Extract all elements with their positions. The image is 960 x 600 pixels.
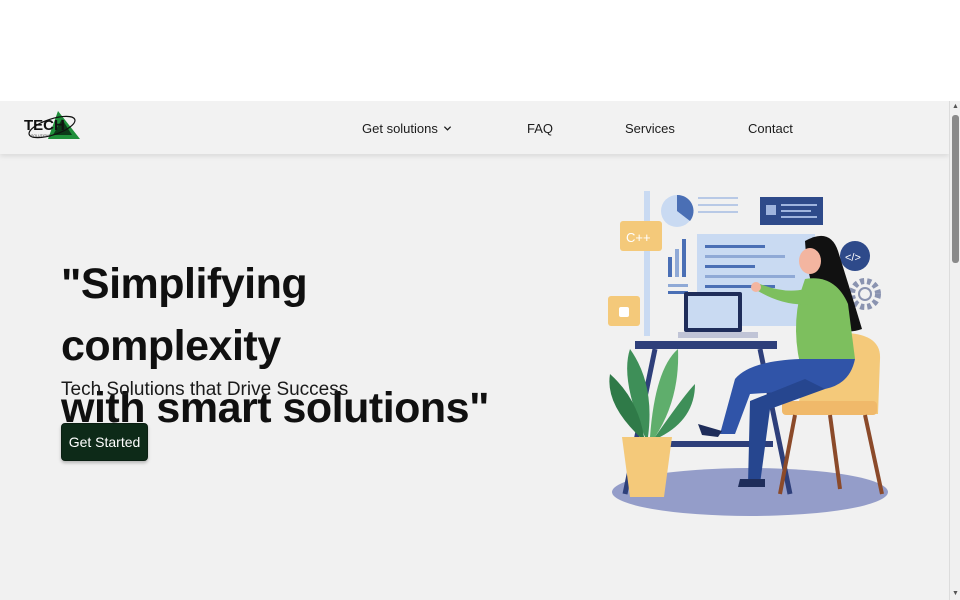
get-started-button[interactable]: Get Started [61,423,148,461]
hero-subheadline: Tech Solutions that Drive Success [61,379,349,400]
scroll-up-arrow-icon[interactable]: ▲ [950,101,960,113]
nav-services[interactable]: Services [625,121,675,136]
logo-icon: TECH SOLUTIONS [24,111,80,139]
navbar: TECH SOLUTIONS Get solutions FAQ Service… [0,101,949,154]
chevron-down-icon [443,126,451,131]
nav-contact[interactable]: Contact [748,121,793,136]
scroll-thumb[interactable] [952,115,959,263]
nav-get-solutions-label: Get solutions [362,121,438,136]
vertical-scrollbar[interactable]: ▲ ▼ [949,101,960,600]
desk [635,341,777,349]
nav-faq[interactable]: FAQ [527,121,553,136]
nav-get-solutions[interactable]: Get solutions [362,121,452,136]
hero-headline-line-1: "Simplifying complexity [61,260,308,370]
cpp-badge-label: C++ [626,230,651,245]
nav-services-label: Services [625,121,675,136]
hero-illustration: C++ </> [608,191,888,516]
code-bubble-label: </> [845,252,861,264]
top-blank-area [0,0,960,101]
plant-pot [622,437,672,497]
logo-text: TECH [24,117,65,134]
logo[interactable]: TECH SOLUTIONS [22,107,82,145]
nav-contact-label: Contact [748,121,793,136]
page-viewport: TECH SOLUTIONS Get solutions FAQ Service… [0,101,960,600]
nav-faq-label: FAQ [527,121,554,136]
logo-subtext: SOLUTIONS [31,134,52,138]
hero-headline: "Simplifying complexity with smart solut… [61,253,531,439]
scroll-down-arrow-icon[interactable]: ▼ [950,588,960,600]
